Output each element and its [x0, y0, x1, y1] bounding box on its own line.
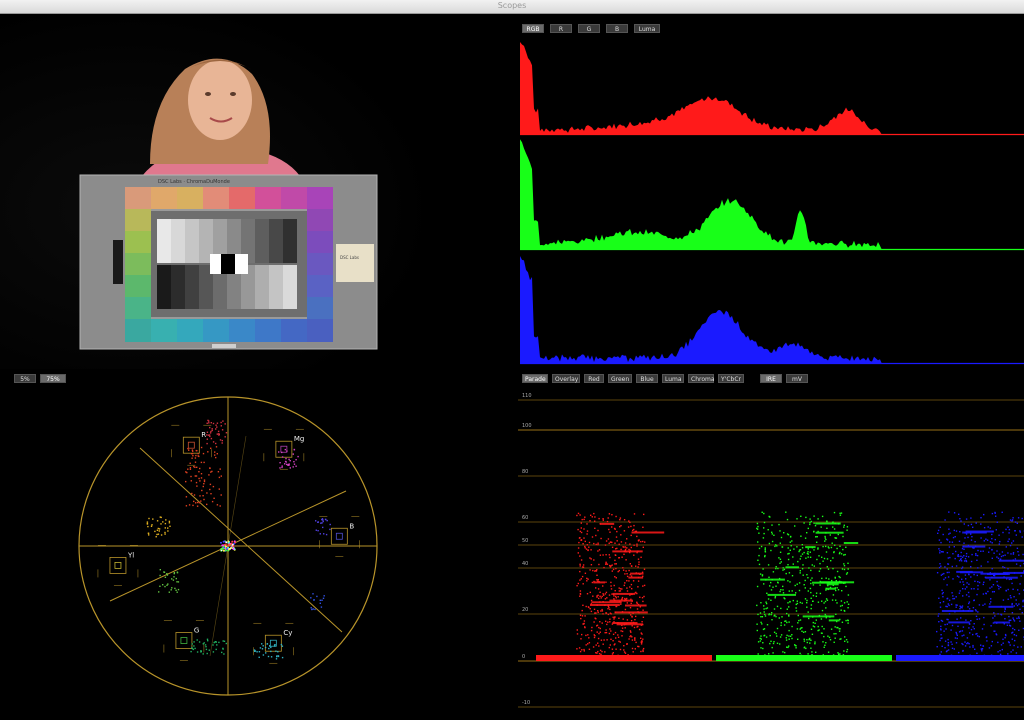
rgb-parade-waveform: 110 100 80 60 50 40 20 0 -10: [518, 393, 1024, 708]
vectorscope-panel: 5% 75% R Mg B Cy G Yl: [0, 370, 514, 720]
histogram-red-fill: [520, 42, 886, 135]
waveform-scale-label: 100: [522, 423, 532, 429]
vectorscope-target-g: G: [163, 620, 205, 661]
histogram-green-fill: [520, 139, 886, 250]
waveform-green-parade: [716, 511, 892, 661]
vectorscope-target-label-mg: Mg: [294, 435, 304, 443]
vectorscope-target-label-cy: Cy: [283, 629, 292, 637]
waveform-red-parade: [536, 512, 712, 661]
waveform-scale-label: 0: [522, 654, 525, 660]
vectorscope-target-r: R: [171, 424, 212, 466]
vectorscope-trace: [146, 419, 331, 660]
chart-side-label: DSC Labs: [340, 255, 359, 260]
rgb-histogram: [520, 42, 1024, 365]
histogram-blue-fill: [520, 256, 886, 364]
histogram-blue-channel: [520, 256, 1024, 365]
window-title: Scopes: [497, 1, 527, 10]
vectorscope-target-yl: Yl: [97, 545, 139, 586]
histogram-red-channel: [520, 42, 1024, 136]
color-chart-card: DSC Labs · ChromaDuMonde DSC Labs: [79, 174, 378, 350]
waveform-scale-label: -10: [522, 700, 530, 706]
vectorscope-target-label-g: G: [194, 627, 199, 635]
video-frame: DSC Labs · ChromaDuMonde DSC Labs: [0, 14, 514, 369]
vectorscope-target-b: B: [319, 516, 360, 557]
vectorscope-target-label-r: R: [201, 431, 206, 439]
vectorscope-target-label-yl: Yl: [127, 551, 134, 559]
waveform-scale-label: 60: [522, 515, 528, 521]
waveform-scale-label: 110: [522, 393, 532, 399]
chart-card-title: DSC Labs · ChromaDuMonde: [158, 179, 230, 185]
waveform-blue-parade: [896, 511, 1024, 661]
waveform-scale-label: 50: [522, 538, 528, 544]
vectorscope-target-label-b: B: [349, 522, 354, 530]
video-preview: DSC Labs · ChromaDuMonde DSC Labs: [0, 14, 514, 369]
window-title-bar: Scopes: [0, 0, 1024, 14]
histogram-panel: RGB R G B Luma: [516, 14, 1024, 369]
waveform-scale-label: 20: [522, 607, 528, 613]
histogram-green-channel: [520, 139, 1024, 251]
waveform-panel: Parade Overlay Red Green Blue Luma Chroma Y'CbC…: [516, 370, 1024, 720]
waveform-scale-label: 80: [522, 469, 528, 475]
vectorscope-display: R Mg B Cy G Yl: [78, 396, 378, 696]
waveform-scale-label: 40: [522, 561, 528, 567]
